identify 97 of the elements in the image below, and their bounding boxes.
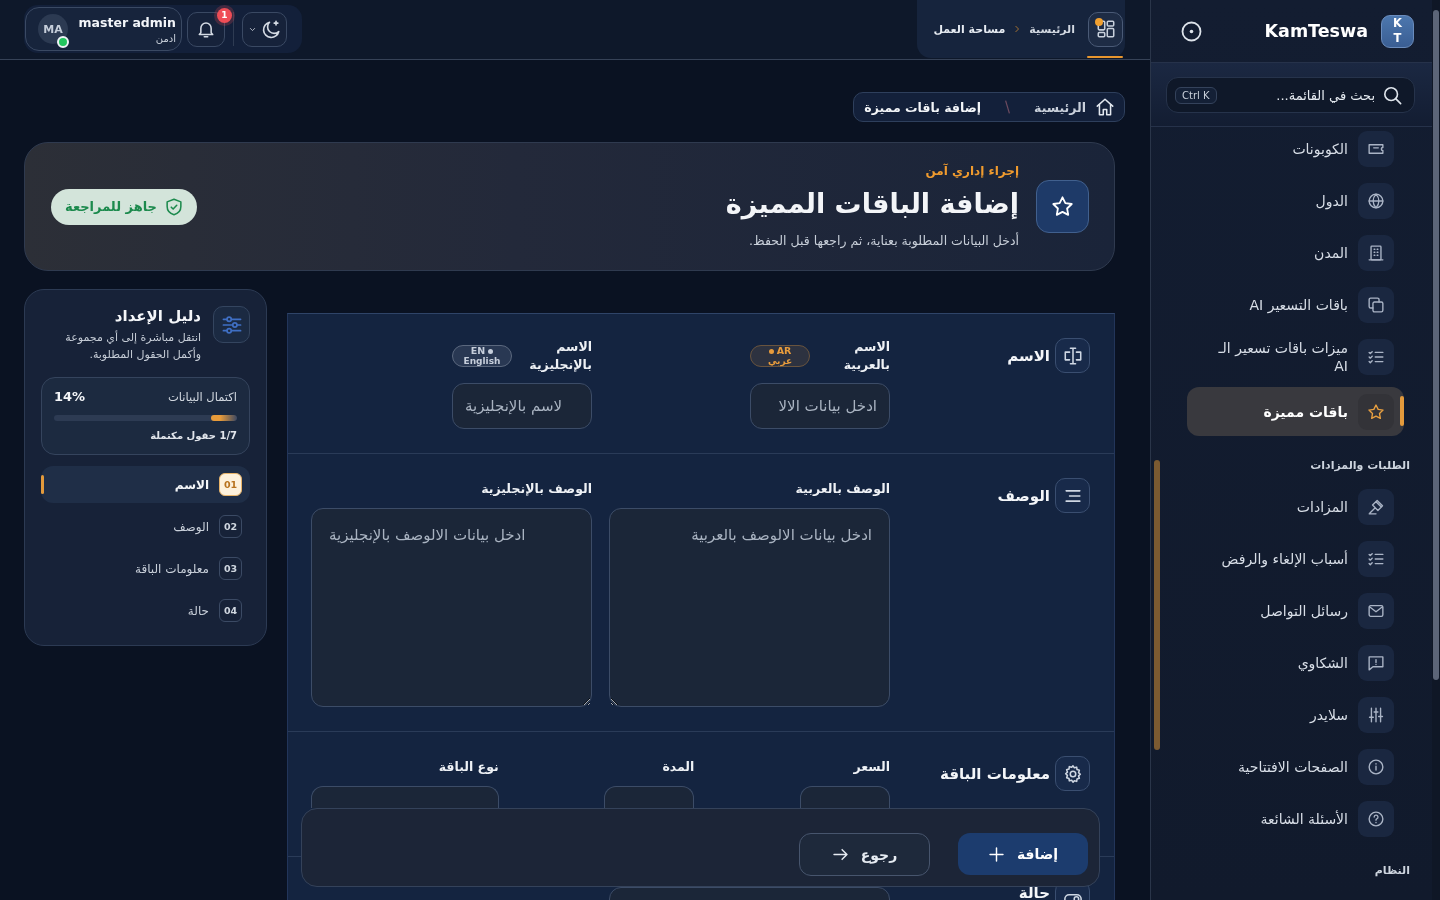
mail-icon: [1358, 593, 1394, 629]
sidebar-item[interactable]: باقات التسعير AI: [1187, 283, 1404, 327]
avatar: MA: [38, 14, 68, 44]
language-name: عربي: [767, 356, 793, 366]
building-icon: [1358, 235, 1394, 271]
textarea-field[interactable]: ادخل بيانات الالوصف بالعربية: [609, 508, 890, 707]
section-heading: النظام: [1373, 863, 1410, 879]
progress-label: اكتمال البيانات: [168, 389, 237, 406]
moon-icon: [262, 19, 281, 39]
checklist-icon: [1358, 339, 1394, 375]
field-label: الوصف بالإنجليزية: [481, 480, 592, 498]
add-button[interactable]: إضافة: [958, 833, 1088, 875]
breadcrumb-separator-icon: [1005, 100, 1011, 114]
field-label: السعر: [853, 758, 890, 776]
sidebar-item[interactable]: باقات مميزة: [1187, 387, 1404, 436]
dashboard-grid-button[interactable]: [1088, 11, 1123, 47]
notification-dot-icon: [1095, 17, 1103, 26]
sliders-icon: [1358, 697, 1394, 733]
textarea-field[interactable]: ادخل بيانات الالوصف بالإنجليزية: [311, 508, 592, 707]
search-icon: [1383, 85, 1402, 105]
notification-count: 1: [217, 7, 232, 23]
sidebar-item[interactable]: الأسئلة الشائعة: [1187, 797, 1404, 841]
step-number-badge: 03: [219, 557, 242, 580]
search-input[interactable]: بحث في القائمة...: [1224, 87, 1375, 103]
language-code: AR: [776, 346, 792, 356]
gavel-icon: [1358, 489, 1394, 525]
theme-toggle-button[interactable]: [242, 11, 287, 47]
text-cursor-icon: [1055, 338, 1090, 373]
sidebar-item[interactable]: المدن: [1187, 231, 1404, 275]
chevron-icon: [1013, 24, 1022, 34]
text-lines-icon: [1055, 478, 1090, 513]
scrollbar-track[interactable]: [1432, 0, 1440, 900]
section-heading: الطلبات والمزادات: [1309, 458, 1410, 474]
field-label: الوصف بالعربية: [795, 480, 890, 498]
breadcrumb-link[interactable]: الرئيسية: [1034, 99, 1086, 115]
language-code: EN: [470, 346, 486, 356]
sidebar-item[interactable]: رسائل التواصل: [1187, 589, 1404, 633]
sliders-icon: [213, 306, 250, 343]
checklist-icon: [1358, 541, 1394, 577]
input-field[interactable]: [604, 786, 695, 808]
breadcrumb-current: إضافة باقات مميزة: [864, 99, 982, 115]
guide-description: انتقل مباشرة إلى أي مجموعة وأكمل الحقول المطلوبة.: [64, 329, 201, 363]
brand-name: KamTeswa: [1264, 21, 1368, 41]
plus-icon: [987, 845, 1005, 863]
sidebar-item[interactable]: الدول: [1187, 179, 1404, 223]
copy-icon: [1358, 287, 1394, 323]
progress-percent: 14%: [54, 388, 86, 406]
input-field[interactable]: لاسم بالإنجليزية: [452, 383, 592, 429]
globe-icon: [1358, 183, 1394, 219]
section-title: معلومات الباقة: [940, 764, 1050, 783]
sidebar-item[interactable]: المزادات: [1187, 485, 1404, 529]
section-title: حالة: [1018, 887, 1050, 900]
step-number-badge: 01: [219, 473, 242, 496]
scrollbar-thumb[interactable]: [1154, 460, 1160, 750]
sidebar-item[interactable]: الشكاوي: [1187, 641, 1404, 685]
field-label: الاسم بالإنجليزية: [528, 338, 592, 374]
eyebrow-text: إجراء إداري آمن: [924, 163, 1019, 179]
message-alert-icon: [1358, 645, 1394, 681]
input-field[interactable]: ادخل بيانات الالا: [750, 383, 890, 429]
notifications-button[interactable]: [187, 11, 225, 47]
active-indicator: [1087, 56, 1123, 58]
section-title: الوصف: [997, 486, 1050, 505]
arrow-right-icon: [831, 846, 849, 863]
home-icon[interactable]: [1096, 98, 1114, 116]
gear-icon: [1055, 756, 1090, 791]
back-button[interactable]: رجوع: [799, 833, 930, 876]
input-field[interactable]: [800, 786, 890, 808]
shortcut-hint: Ctrl K: [1175, 86, 1217, 104]
language-name: English: [463, 356, 501, 366]
sidebar-item[interactable]: الصفحات الافتتاحية: [1187, 745, 1404, 789]
shield-check-icon: [164, 197, 183, 216]
sidebar-item[interactable]: الكوبونات: [1187, 127, 1404, 171]
sidebar-item[interactable]: ميزات باقات تسعير الـ AI: [1187, 335, 1404, 379]
sidebar-item[interactable]: سلايدر: [1187, 693, 1404, 737]
step-number-badge: 02: [219, 515, 242, 538]
info-icon: [1358, 749, 1394, 785]
input-field[interactable]: [311, 786, 499, 808]
field-label: المدة: [662, 758, 695, 776]
sidebar-item[interactable]: أسباب الإلغاء والرفض: [1187, 537, 1404, 581]
ticket-icon: [1358, 131, 1394, 167]
help-icon: [1358, 801, 1394, 837]
logo: K T: [1381, 14, 1414, 48]
circle-dot-icon[interactable]: [1181, 20, 1202, 42]
section-title: الاسم: [1007, 346, 1050, 365]
bell-icon: [197, 20, 215, 38]
breadcrumb-link[interactable]: الرئيسية: [1029, 22, 1075, 36]
field-label: الاسم بالعربية: [842, 338, 890, 374]
breadcrumb-current: مساحة العمل: [933, 22, 1006, 36]
page-title: إضافة الباقات المميزة: [725, 187, 1019, 222]
status-badge: جاهز للمراجعة: [51, 188, 197, 225]
field-label: نوع الباقة: [438, 758, 499, 776]
scrollbar-thumb[interactable]: [1433, 10, 1439, 680]
progress-caption: 1/7 حقول مكتملة: [149, 429, 237, 443]
guide-title: دليل الإعداد: [113, 306, 201, 326]
step-number-badge: 04: [219, 599, 242, 622]
grid-icon: [1096, 20, 1115, 38]
page-subtitle: أدخل البيانات المطلوبة بعناية، ثم راجعها قبل الحفظ.: [748, 232, 1019, 250]
